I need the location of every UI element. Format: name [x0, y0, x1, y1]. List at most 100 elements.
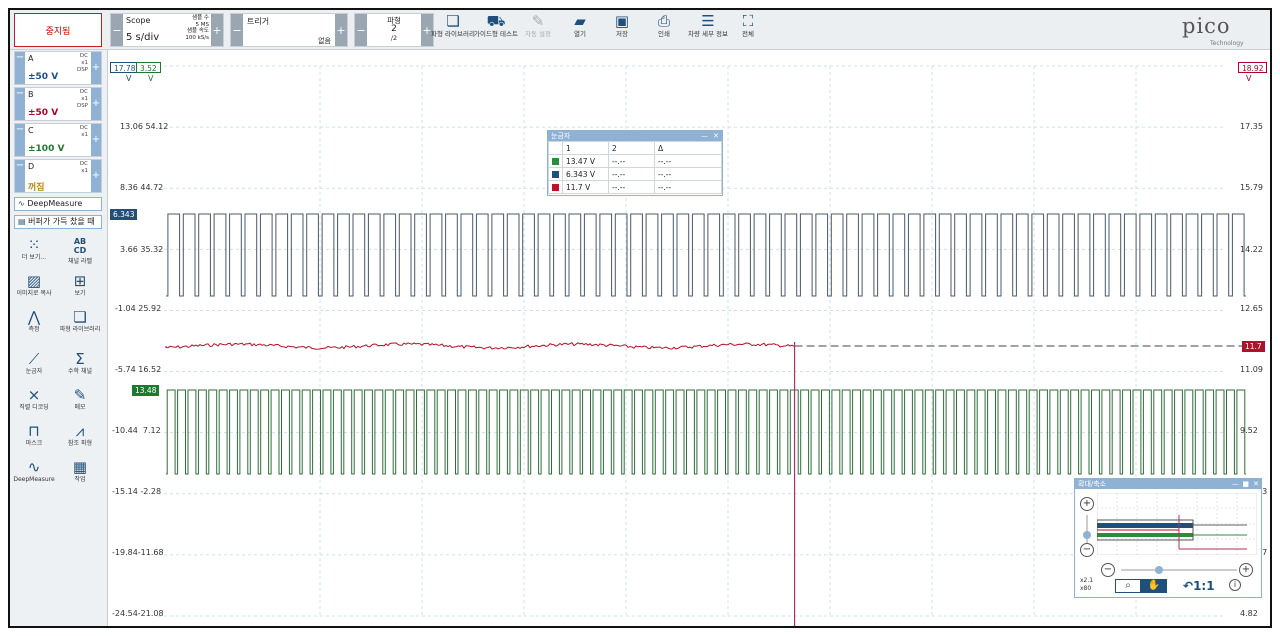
tool-library[interactable]: ❏ 파형 라이브러리	[58, 308, 102, 342]
channel-c-offset-marker[interactable]: 13.48	[132, 385, 160, 396]
tool-channel-label[interactable]: AB CD 채널 라벨	[58, 236, 102, 270]
buffer-full-button[interactable]: ▤ 버퍼가 가득 찼을 때	[14, 215, 102, 229]
tool-tasks[interactable]: ▦ 작업	[58, 458, 102, 492]
zoom-in-button[interactable]: +	[1080, 497, 1094, 511]
folder-icon: ▰	[574, 12, 586, 30]
channel-b-range[interactable]: ±50 V	[28, 108, 58, 118]
magnifier-icon: ⌕	[1125, 580, 1131, 591]
trigger-mode[interactable]: 없음	[318, 36, 331, 46]
channel-c-range[interactable]: ±100 V	[28, 144, 64, 154]
restore-icon[interactable]: ■	[1242, 479, 1249, 489]
tool-note-label: 메모	[74, 404, 86, 411]
tool-reference[interactable]: ⩘ 참조 파형	[58, 422, 102, 456]
channel-d[interactable]: − D DC x1 꺼짐 +	[14, 159, 102, 193]
channel-b-offset-marker[interactable]: 11.7	[1242, 341, 1265, 352]
vertical-zoom-thumb[interactable]	[1083, 531, 1091, 539]
wand-icon: ✎	[531, 12, 545, 30]
open-label: 열기	[574, 30, 586, 38]
guided-test-label: 가이드형 테스트	[474, 30, 518, 38]
tool-view[interactable]: ⊞ 보기	[58, 272, 102, 306]
tool-serial-decode[interactable]: ⨯ 직렬 디코딩	[12, 386, 56, 420]
mask-icon: ⊓	[28, 422, 40, 440]
close-icon[interactable]: ✕	[713, 131, 719, 141]
trigger-decrease-button[interactable]: −	[231, 14, 243, 46]
channel-c[interactable]: − C DC x1 ±100 V +	[14, 123, 102, 157]
print-icon: ⎙	[657, 12, 670, 30]
zoom-panel-header[interactable]: 확대/축소 — ■ ✕	[1075, 479, 1261, 489]
pan-tool-button[interactable]: ✋	[1141, 579, 1167, 593]
channel-d-increase[interactable]: +	[91, 160, 101, 192]
timebase-decrease-button[interactable]: −	[111, 14, 123, 46]
rate-value: 100 kS/s	[185, 34, 209, 41]
more-icon: ⁙	[27, 236, 41, 254]
ruler-panel[interactable]: 눈금자 — ✕ 12Δ 13.47 V --.-- --.-- 6.343 V --.--…	[547, 130, 723, 196]
channel-a-offset-marker[interactable]: 6.343	[110, 209, 138, 220]
measure-icon: ⋀	[27, 308, 41, 326]
zoom-overview[interactable]	[1097, 493, 1257, 555]
horizontal-zoom-thumb[interactable]	[1155, 566, 1163, 574]
channel-a-range[interactable]: ±50 V	[28, 72, 58, 82]
channel-b-decrease[interactable]: −	[15, 88, 25, 120]
auto-setup-button[interactable]: ✎ 자동 설정	[515, 13, 561, 47]
zoom-panel[interactable]: 확대/축소 — ■ ✕ + − − + x2.1 x80 ⌕ ✋ ↶1:1 i	[1074, 478, 1262, 598]
tool-note[interactable]: ✎ 메모	[58, 386, 102, 420]
timebase-increase-button[interactable]: +	[211, 14, 223, 46]
channel-c-coupling[interactable]: DC	[80, 125, 88, 132]
fullscreen-button[interactable]: ⛶ 전체	[725, 13, 771, 47]
channel-a-dsp: DSP	[76, 67, 88, 73]
save-button[interactable]: ▣ 저장	[599, 13, 645, 47]
trigger-increase-button[interactable]: +	[335, 14, 347, 46]
tool-ruler[interactable]: ⟋ 눈금자	[12, 350, 56, 384]
minimize-icon[interactable]: —	[701, 131, 708, 141]
guided-test-button[interactable]: ⛟ 가이드형 테스트	[473, 13, 519, 47]
zoom-tool-button[interactable]: ⌕	[1115, 579, 1141, 593]
timebase-value[interactable]: 5 s/div	[126, 32, 159, 43]
tool-tasks-label: 작업	[74, 476, 86, 483]
tool-math[interactable]: Σ 수학 채널	[58, 350, 102, 384]
tool-mask[interactable]: ⊓ 마스크	[12, 422, 56, 456]
axis-c-unit: V	[148, 74, 154, 83]
channel-a[interactable]: − A DC x1 DSP ±50 V +	[14, 51, 102, 85]
channel-a-decrease[interactable]: −	[15, 52, 25, 84]
tool-more[interactable]: ⁙ 더 보기...	[12, 236, 56, 270]
channel-a-increase[interactable]: +	[91, 52, 101, 84]
ruler-table: 12Δ 13.47 V --.-- --.-- 6.343 V --.-- --.-- …	[548, 141, 722, 194]
info-icon[interactable]: i	[1229, 579, 1241, 591]
channel-b[interactable]: − B DC x1 DSP ±50 V +	[14, 87, 102, 121]
waveform-current[interactable]: 2	[369, 25, 419, 34]
vertical-zoom-slider[interactable]	[1086, 515, 1088, 545]
scope-label: Scope	[126, 16, 151, 25]
channel-a-coupling[interactable]: DC	[77, 53, 88, 60]
channel-c-increase[interactable]: +	[91, 124, 101, 156]
run-stop-button[interactable]: 중지됨	[14, 13, 102, 47]
axis-b-unit: V	[1246, 74, 1252, 83]
print-button[interactable]: ⎙ 인쇄	[641, 13, 687, 47]
close-icon[interactable]: ✕	[1253, 479, 1259, 489]
channel-d-coupling[interactable]: DC	[80, 161, 88, 168]
channel-b-name: B	[28, 90, 34, 99]
channel-b-increase[interactable]: +	[91, 88, 101, 120]
tool-measure[interactable]: ⋀ 측정	[12, 308, 56, 342]
open-button[interactable]: ▰ 열기	[557, 13, 603, 47]
axis-c-top: 3.52	[136, 62, 161, 73]
channel-d-decrease[interactable]: −	[15, 160, 25, 192]
horizontal-zoom-slider[interactable]	[1121, 569, 1237, 571]
channel-b-coupling[interactable]: DC	[77, 89, 88, 96]
reset-zoom-button[interactable]: ↶1:1	[1183, 579, 1215, 593]
tool-copy-image[interactable]: ▨ 이미지로 복사	[12, 272, 56, 306]
channel-a-trace	[166, 213, 1246, 297]
axis-left-row-9: -24.54-21.08	[112, 609, 164, 618]
deepmeasure-button[interactable]: ∿ DeepMeasure	[14, 197, 102, 211]
zoom-out-button[interactable]: −	[1080, 543, 1094, 557]
table-row: 6.343 V --.-- --.--	[548, 167, 722, 181]
deepmeasure-label: DeepMeasure	[27, 199, 83, 208]
horizontal-zoom-out-button[interactable]: −	[1101, 563, 1115, 577]
minimize-icon[interactable]: —	[1232, 479, 1239, 489]
channel-d-range[interactable]: 꺼짐	[28, 180, 45, 193]
waveform-prev-button[interactable]: −	[355, 14, 367, 46]
tool-deepmeasure[interactable]: ∿ DeepMeasure	[12, 458, 56, 492]
library-button[interactable]: ❏ 파형 라이브러리	[430, 13, 476, 47]
ruler-panel-header[interactable]: 눈금자 — ✕	[548, 131, 722, 141]
horizontal-zoom-in-button[interactable]: +	[1239, 563, 1253, 577]
channel-c-decrease[interactable]: −	[15, 124, 25, 156]
